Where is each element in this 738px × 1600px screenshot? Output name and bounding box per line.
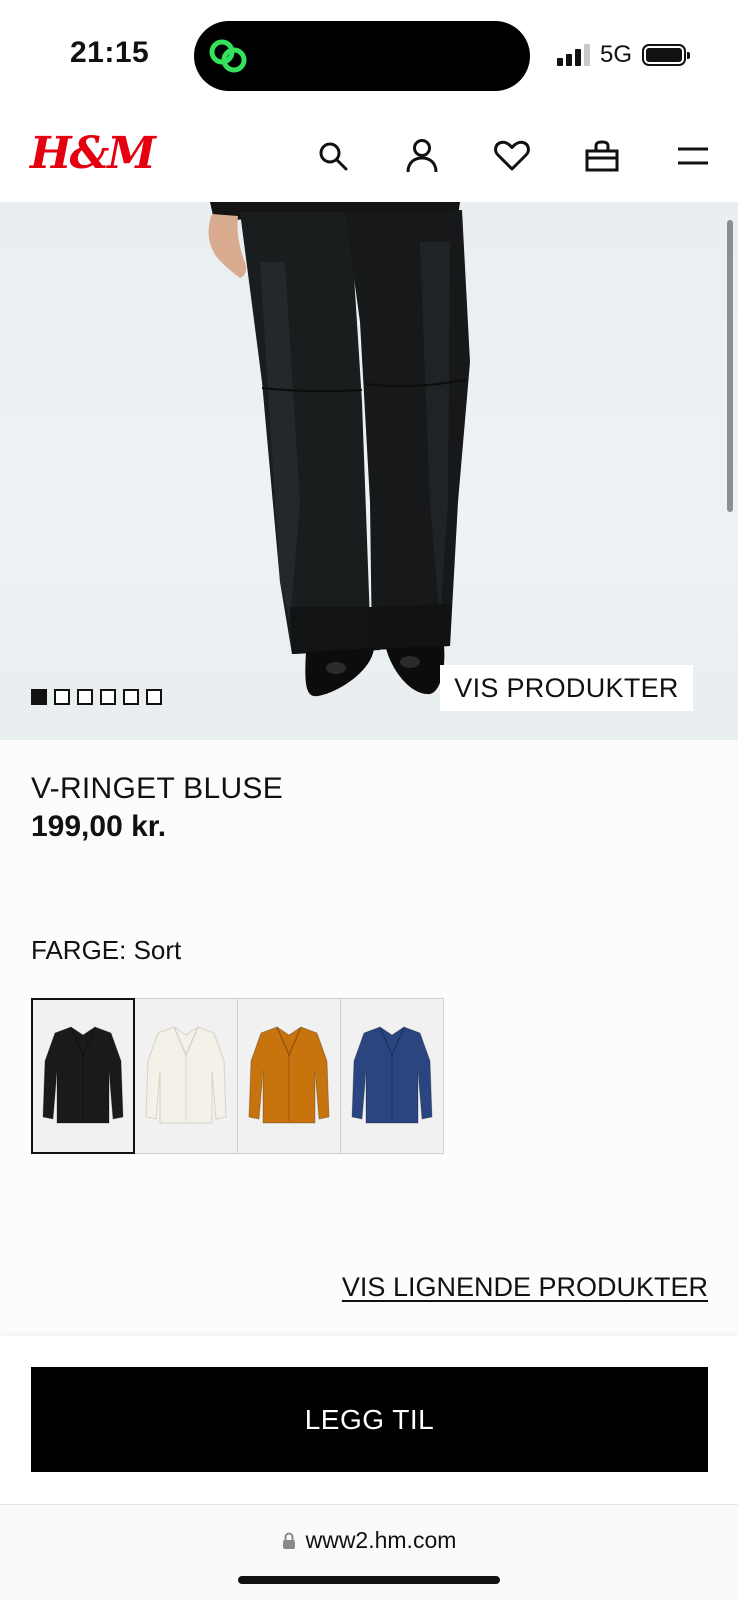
color-swatch[interactable]: [134, 998, 238, 1154]
blouse-thumbnail: [351, 1026, 433, 1124]
account-icon[interactable]: [402, 136, 442, 176]
color-swatch[interactable]: [340, 998, 444, 1154]
site-header: H&M: [0, 110, 738, 202]
gallery-dot[interactable]: [100, 689, 116, 705]
menu-icon[interactable]: [673, 136, 713, 176]
browser-address-bar[interactable]: www2.hm.com: [0, 1504, 738, 1600]
network-type: 5G: [599, 41, 632, 68]
product-page: 21:15 5G H&M VIS PRODUKTER V-RINGET BLUS…: [0, 0, 738, 1600]
blouse-thumbnail: [42, 1026, 124, 1124]
brand-logo[interactable]: H&M: [30, 128, 156, 179]
purchase-bar: LEGG TIL: [0, 1336, 738, 1504]
cellular-signal-icon: [556, 44, 590, 66]
status-time: 21:15: [70, 36, 150, 69]
blouse-thumbnail: [145, 1026, 227, 1124]
address-display[interactable]: www2.hm.com: [0, 1527, 738, 1554]
product-price: 199,00 kr.: [31, 810, 167, 843]
product-title: V-RINGET BLUSE: [31, 772, 284, 805]
link-activity-icon: [209, 39, 247, 73]
url-text: www2.hm.com: [305, 1527, 457, 1553]
dynamic-island: [194, 21, 530, 91]
lock-icon: [282, 1531, 295, 1549]
gallery-pagination[interactable]: [31, 689, 162, 705]
gallery-dot[interactable]: [146, 689, 162, 705]
gallery-dot[interactable]: [123, 689, 139, 705]
color-swatch[interactable]: [31, 998, 135, 1154]
blouse-thumbnail: [248, 1026, 330, 1124]
add-to-cart-button[interactable]: LEGG TIL: [31, 1367, 708, 1472]
color-label: FARGE: Sort: [31, 935, 182, 965]
gallery-dot[interactable]: [31, 689, 47, 705]
similar-products-link[interactable]: VIS LIGNENDE PRODUKTER: [342, 1272, 708, 1303]
color-swatch[interactable]: [237, 998, 341, 1154]
status-bar: 21:15 5G: [0, 0, 738, 110]
status-indicators: 5G: [556, 40, 690, 70]
show-products-button[interactable]: VIS PRODUKTER: [440, 665, 693, 711]
product-image-gallery[interactable]: VIS PRODUKTER: [0, 202, 738, 740]
product-photo: [208, 202, 470, 697]
bag-icon[interactable]: [582, 136, 622, 176]
gallery-dot[interactable]: [77, 689, 93, 705]
search-icon[interactable]: [313, 136, 353, 176]
battery-icon: [642, 44, 690, 66]
home-indicator[interactable]: [238, 1576, 500, 1584]
color-swatches: [31, 998, 444, 1154]
heart-icon[interactable]: [492, 136, 532, 176]
image-scrollbar[interactable]: [727, 220, 733, 512]
gallery-dot[interactable]: [54, 689, 70, 705]
